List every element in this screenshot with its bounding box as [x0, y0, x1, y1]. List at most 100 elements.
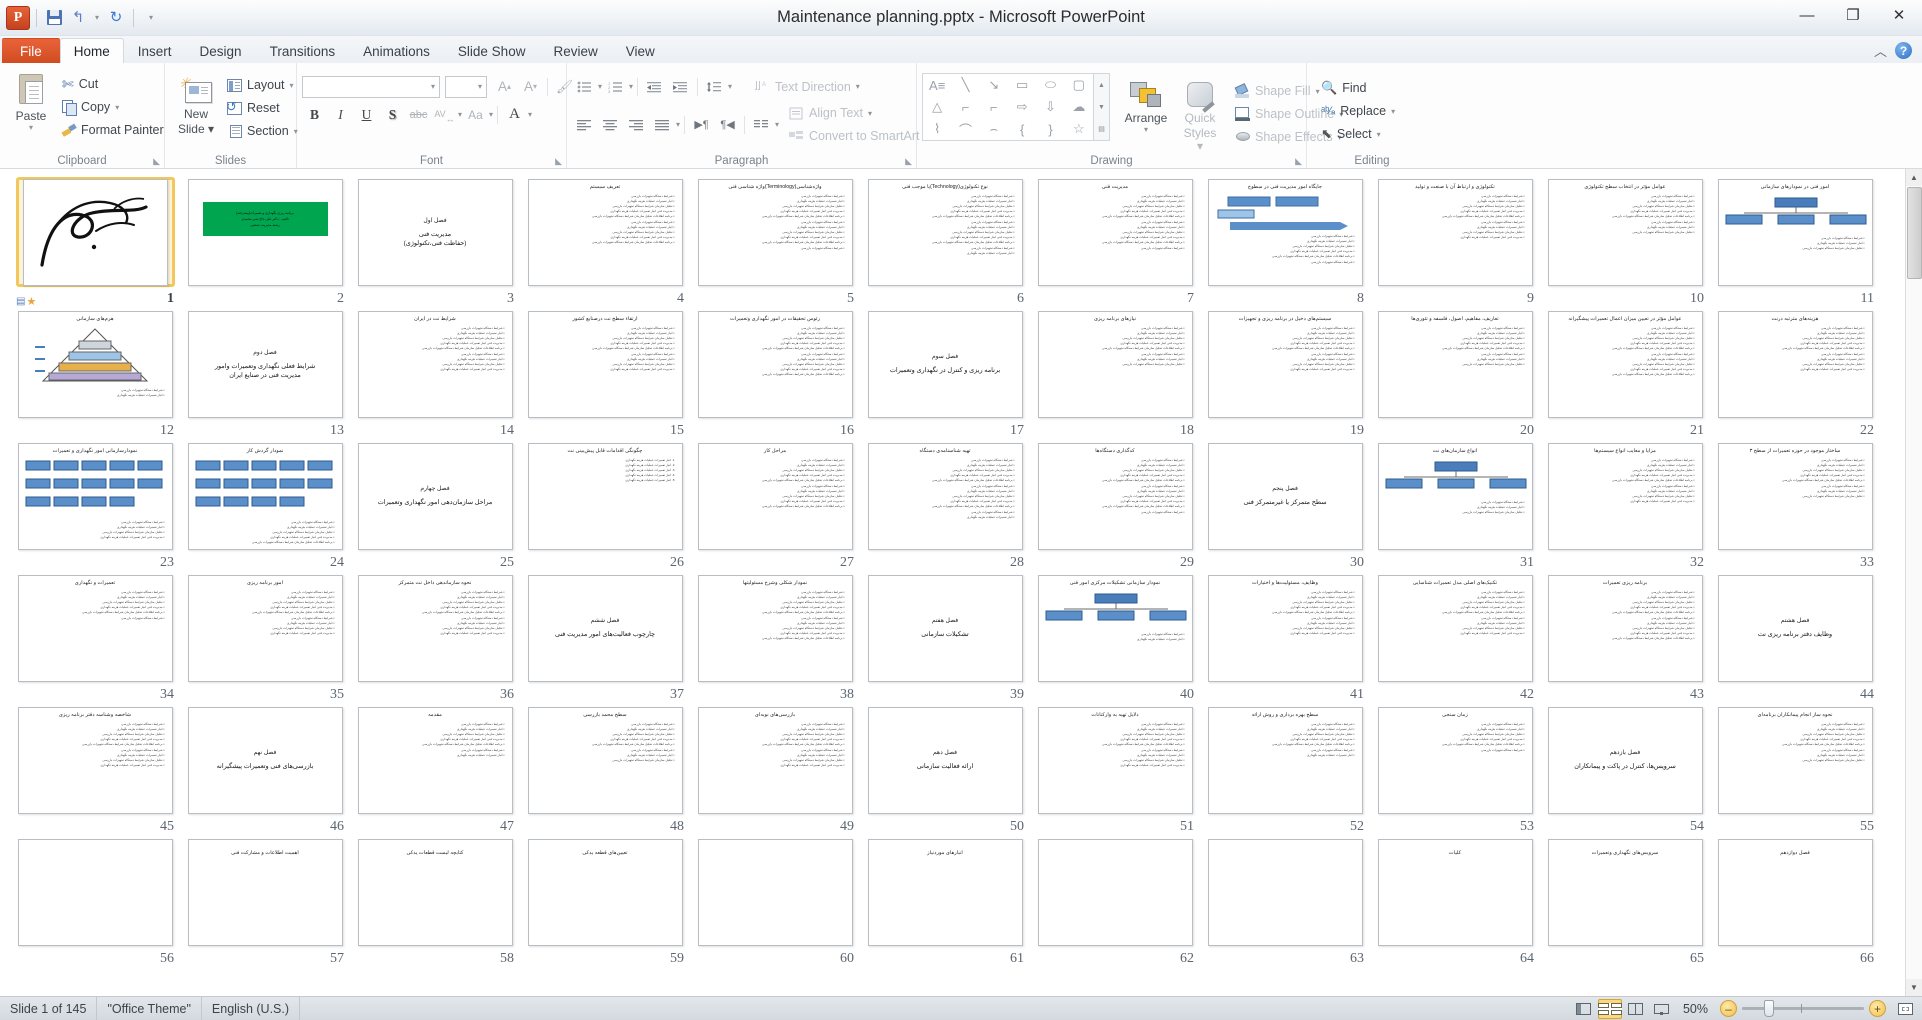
slide-thumbnail-wrapper[interactable]: فصل نهم بازرسی‌های فنی وتعمیرات پیشگیرانه — [186, 705, 345, 815]
slide-thumbnail-cell[interactable]: نمودار سازمانی تشکیلات مرکزی امور فنی ▪ ش… — [1030, 573, 1200, 705]
slide-thumbnail[interactable]: سیستم‌های دخیل در برنامه ریزی و تجهیزات ▪… — [1207, 310, 1363, 418]
slide-thumbnail-wrapper[interactable]: تعمیرات و نگهداری ▪ شرایط دستگاه تجهیزات … — [16, 573, 175, 683]
slide-thumbnail-cell[interactable]: سیستم‌های دخیل در برنامه ریزی و تجهیزات ▪… — [1200, 309, 1370, 441]
slide-thumbnail[interactable]: انواع سازمان‌های نت ▪ شرایط دستگاه تجهیزا… — [1377, 442, 1533, 550]
theme-status[interactable]: "Office Theme" — [97, 997, 202, 1020]
slide-thumbnail-cell[interactable]: کتابچه لیست قطعات یدکی 58 — [350, 837, 520, 969]
slide-thumbnail-cell[interactable]: اهمیت اطلاعات و مشارکت فنی 57 — [180, 837, 350, 969]
new-slide-button[interactable]: ✳ New Slide ▾ — [170, 75, 222, 136]
help-icon[interactable]: ? — [1895, 42, 1912, 59]
slide-thumbnail[interactable]: جایگاه امور مدیریت فنی در سطوح ▪ شرایط دس… — [1207, 178, 1363, 286]
fit-slide-to-window-button[interactable] — [1894, 1000, 1916, 1018]
scroll-up-icon[interactable]: ▲ — [1905, 169, 1922, 186]
section-button[interactable]: Section ▾ — [224, 120, 304, 142]
slide-thumbnail-cell[interactable]: وظایف، مسئولیت‌ها و اختیارات ▪ شرایط دستگ… — [1200, 573, 1370, 705]
slide-thumbnail[interactable]: هرم‌های سازمانی ▪ شرایط دستگاه تجهیزات با… — [17, 310, 173, 418]
slide-thumbnail-wrapper[interactable]: فصل چهارم مراحل سازمان‌دهی امور نگهداری و… — [356, 441, 515, 551]
slide-thumbnail[interactable]: ارتقاء سطح نت درصنایع کشور ▪ شرایط دستگاه… — [527, 310, 683, 418]
slide-thumbnail[interactable]: فصل هشتم وظایف دفتر برنامه ریزی نت — [1717, 574, 1873, 682]
shapes-scroll-up-icon[interactable]: ▲ — [1098, 74, 1105, 96]
zoom-level-label[interactable]: 50% — [1675, 1002, 1716, 1016]
slide-thumbnail-cell[interactable]: امور فنی در نمودار‌های سازمانی ▪ شرایط دس… — [1710, 177, 1880, 309]
shapes-scroll-down-icon[interactable]: ▼ — [1098, 96, 1105, 118]
view-slide-sorter-button[interactable] — [1597, 998, 1622, 1019]
slide-thumbnail[interactable]: نوع تکنولوژی(Technology)یا موجب فنی ▪ شرا… — [867, 178, 1023, 286]
bold-button[interactable]: B — [302, 103, 327, 126]
slide-thumbnail-wrapper[interactable]: سطح محمد بازرسی ▪ شرایط دستگاه تجهیزات با… — [526, 705, 685, 815]
slide-thumbnail[interactable]: فصل اول مدیریت فنی (حفاظت فنی،تکنولوژی) — [357, 178, 513, 286]
slide-thumbnail-cell[interactable]: 63 — [1200, 837, 1370, 969]
slide-thumbnail[interactable]: کدگذاری دستگاه‌ها ▪ شرایط دستگاه تجهیزات … — [1037, 442, 1193, 550]
slide-thumbnail[interactable]: تکنولوژی و ارتباط آن با صنعت و تولید ▪ شر… — [1377, 178, 1533, 286]
slide-thumbnail-cell[interactable]: ▤ ★ 1 — [10, 177, 180, 309]
slide-thumbnail[interactable]: ساختار موجود در حوزه تعمیرات از سطح ۳ ▪ ش… — [1717, 442, 1873, 550]
slide-thumbnail-cell[interactable]: واژه‌شناسی(Terminology)واژه شناسی فنی ▪ ش… — [690, 177, 860, 309]
slide-thumbnail[interactable]: بازرسی‌های نوبه‌ای ▪ شرایط دستگاه تجهیزات… — [697, 706, 853, 814]
animation-star-icon[interactable]: ★ — [26, 295, 36, 308]
increase-indent-icon[interactable] — [668, 75, 693, 98]
slide-thumbnail-wrapper[interactable]: شاخصه وشناسه دفتر برنامه ریزی ▪ شرایط دست… — [16, 705, 175, 815]
slide-thumbnail-wrapper[interactable]: نمودارسازمانی امور نگهداری و تعمیرات ▪ شر… — [16, 441, 175, 551]
maximize-button[interactable]: ❐ — [1830, 0, 1876, 30]
line-spacing-dropdown-icon[interactable]: ▾ — [728, 82, 732, 91]
slide-thumbnail-cell[interactable]: فصل ششم چارچوب فعالیت‌های امور مدیریت فنی… — [520, 573, 690, 705]
shape-right-arrow[interactable]: ⇨ — [1008, 96, 1036, 118]
slide-thumbnail-cell[interactable]: سرویس‌های نگهداری وتعمیرات 65 — [1540, 837, 1710, 969]
text-shadow-button[interactable]: S — [380, 103, 405, 126]
slide-thumbnail-cell[interactable]: تعمیرات و نگهداری ▪ شرایط دستگاه تجهیزات … — [10, 573, 180, 705]
slide-thumbnail[interactable]: سرویس‌های نگهداری وتعمیرات — [1547, 838, 1703, 946]
transition-icon[interactable]: ▤ — [16, 296, 25, 307]
slide-thumbnail-cell[interactable]: نمودار گردش کار ▪ شرایط دستگاه تجهیزات با… — [180, 441, 350, 573]
view-normal-button[interactable] — [1572, 999, 1596, 1019]
slide-thumbnail-wrapper[interactable]: نمودار شکلی وشرح مسئولیتها ▪ شرایط دستگاه… — [696, 573, 855, 683]
tab-review[interactable]: Review — [539, 38, 611, 63]
slide-thumbnail-wrapper[interactable]: سرویس‌های نگهداری وتعمیرات — [1546, 837, 1705, 947]
shape-rounded-rectangle[interactable]: ▢ — [1065, 74, 1093, 96]
tab-animations[interactable]: Animations — [349, 38, 444, 63]
minimize-button[interactable]: — — [1784, 0, 1830, 30]
slide-thumbnail[interactable]: تعمیرات و نگهداری ▪ شرایط دستگاه تجهیزات … — [17, 574, 173, 682]
slide-thumbnail[interactable]: شاخصه وشناسه دفتر برنامه ریزی ▪ شرایط دست… — [17, 706, 173, 814]
slide-thumbnail-wrapper[interactable]: رئوس تحقیقات در امور نگهداری وتعمیرات ▪ ش… — [696, 309, 855, 419]
slide-thumbnail-wrapper[interactable] — [16, 837, 175, 947]
shapes-gallery-scrollbar[interactable]: ▲ ▼ ▤ — [1094, 73, 1110, 141]
slide-thumbnail-wrapper[interactable]: تعریف سیستم ▪ شرایط دستگاه تجهیزات بازرسی… — [526, 177, 685, 287]
slide-thumbnail-wrapper[interactable]: ساختار موجود در حوزه تعمیرات از سطح ۳ ▪ ش… — [1716, 441, 1875, 551]
tab-file[interactable]: File — [2, 38, 60, 63]
slide-thumbnail-wrapper[interactable]: فصل اول مدیریت فنی (حفاظت فنی،تکنولوژی) — [356, 177, 515, 287]
slide-thumbnail-cell[interactable]: سطح بهره برداری و روش ارائه ▪ شرایط دستگا… — [1200, 705, 1370, 837]
select-dropdown-icon[interactable]: ▾ — [1377, 130, 1381, 139]
slide-thumbnail[interactable]: تعاریف، مفاهیم، اصول، فلسفه و تئوری‌ها ▪ … — [1377, 310, 1533, 418]
font-color-button[interactable]: A — [502, 103, 527, 126]
slide-thumbnail-cell[interactable]: نمودار شکلی وشرح مسئولیتها ▪ شرایط دستگاه… — [690, 573, 860, 705]
slide-thumbnail-wrapper[interactable]: فصل ششم چارچوب فعالیت‌های امور مدیریت فنی — [526, 573, 685, 683]
tab-slide-show[interactable]: Slide Show — [444, 38, 540, 63]
ltr-direction-icon[interactable]: ▶¶ — [689, 113, 714, 136]
view-reading-button[interactable] — [1624, 999, 1648, 1019]
slide-thumbnail-cell[interactable]: 56 — [10, 837, 180, 969]
slide-thumbnail[interactable]: نمودار گردش کار ▪ شرایط دستگاه تجهیزات با… — [187, 442, 343, 550]
numbering-icon[interactable]: 123 — [603, 75, 628, 98]
reset-button[interactable]: Reset — [224, 97, 304, 119]
shape-freeform[interactable]: ⌇ — [923, 118, 951, 140]
slide-thumbnail-wrapper[interactable]: نحوه ساز انجام پیمانکاران برنامه‌ای ▪ شرا… — [1716, 705, 1875, 815]
shape-down-arrow[interactable]: ⇩ — [1036, 96, 1064, 118]
slide-thumbnail-cell[interactable]: مزایا و معایب انواع سیستم‌ها ▪ شرایط دستگ… — [1540, 441, 1710, 573]
slide-thumbnail-wrapper[interactable]: سیستم‌های دخیل در برنامه ریزی و تجهیزات ▪… — [1206, 309, 1365, 419]
slide-thumbnail-wrapper[interactable]: اهمیت اطلاعات و مشارکت فنی — [186, 837, 345, 947]
slide-thumbnail-wrapper[interactable]: جایگاه امور مدیریت فنی در سطوح ▪ شرایط دس… — [1206, 177, 1365, 287]
align-right-icon[interactable] — [624, 113, 649, 136]
tab-design[interactable]: Design — [186, 38, 256, 63]
slide-thumbnail-cell[interactable]: عوامل مؤثر در تعیین میزان اعمال تعمیرات … — [1540, 309, 1710, 441]
tab-transitions[interactable]: Transitions — [256, 38, 350, 63]
paste-button[interactable]: Paste ▾ — [5, 71, 57, 132]
shape-star[interactable]: ☆ — [1065, 118, 1093, 140]
slide-thumbnail[interactable]: واژه‌شناسی(Terminology)واژه شناسی فنی ▪ ش… — [697, 178, 853, 286]
slide-thumbnail-cell[interactable]: نمودارسازمانی امور نگهداری و تعمیرات ▪ شر… — [10, 441, 180, 573]
zoom-slider[interactable]: – + — [1716, 1000, 1890, 1017]
align-left-icon[interactable] — [572, 113, 597, 136]
layout-button[interactable]: Layout ▾ — [224, 74, 304, 96]
slide-thumbnail-cell[interactable]: انواع سازمان‌های نت ▪ شرایط دستگاه تجهیزا… — [1370, 441, 1540, 573]
language-status[interactable]: English (U.S.) — [202, 997, 301, 1020]
slide-thumbnail-wrapper[interactable]: امور فنی در نمودار‌های سازمانی ▪ شرایط دس… — [1716, 177, 1875, 287]
